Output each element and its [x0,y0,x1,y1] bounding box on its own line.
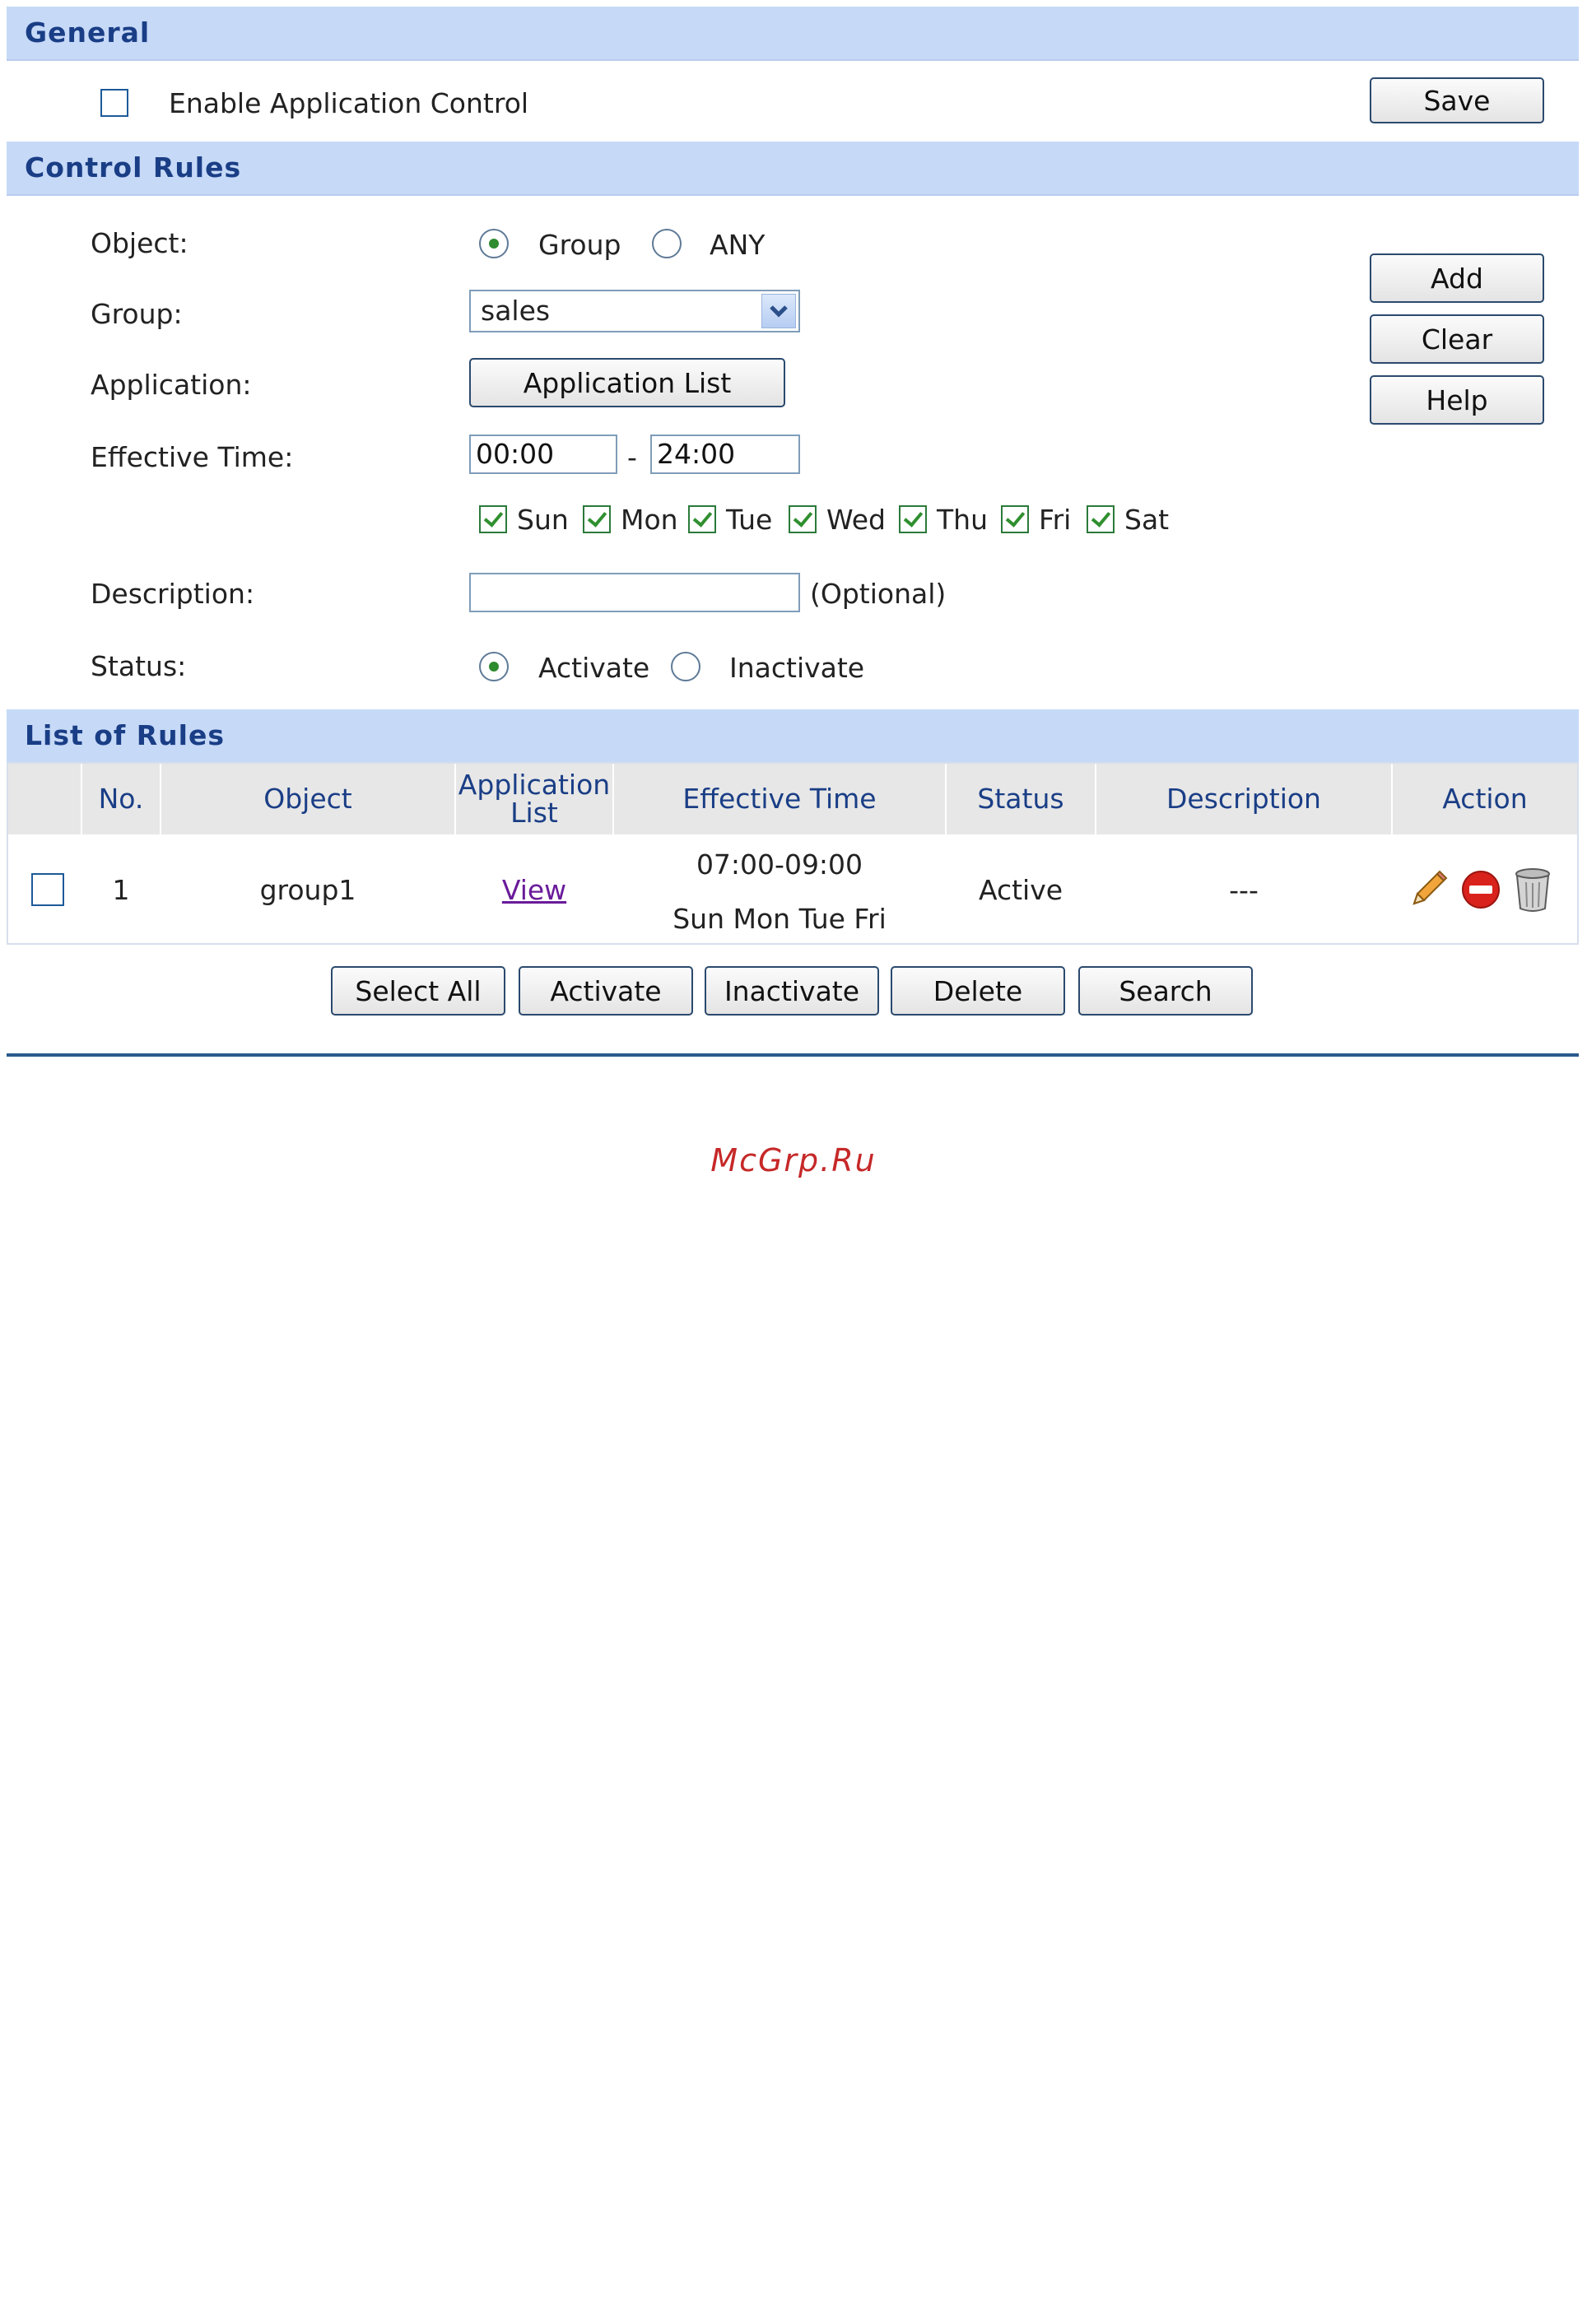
day-sat-checkbox[interactable] [1087,505,1115,533]
status-inactivate-radio[interactable] [671,652,700,681]
day-fri-label: Fri [1039,504,1072,536]
help-button[interactable]: Help [1370,375,1544,425]
time-separator: - [627,441,637,473]
column-header-description: Description [1166,783,1321,815]
day-fri-checkbox[interactable] [1001,505,1029,533]
delete-icon[interactable] [1511,866,1554,913]
row-description: --- [1229,873,1259,906]
save-button[interactable]: Save [1370,77,1544,123]
row-status: Active [978,873,1063,906]
group-label: Group: [91,298,183,330]
column-header-effective-time: Effective Time [682,783,877,815]
day-wed-label: Wed [826,504,886,536]
description-label: Description: [91,578,255,610]
object-any-radio[interactable] [652,229,682,258]
table-row: 1 group1 View 07:00-09:00 Sun Mon Tue Fr… [8,836,1577,943]
column-header-action: Action [1442,783,1528,815]
status-activate-label: Activate [538,652,650,684]
day-mon-label: Mon [621,504,678,536]
clear-button[interactable]: Clear [1370,314,1544,364]
enable-application-control-checkbox[interactable] [100,89,128,117]
row-select-checkbox[interactable] [31,873,64,906]
status-inactivate-label: Inactivate [729,652,865,684]
day-sat-label: Sat [1124,504,1170,536]
list-of-rules-title: List of Rules [25,719,226,751]
object-group-radio[interactable] [479,229,509,258]
optional-label: (Optional) [810,578,947,610]
description-input[interactable] [469,573,800,612]
object-label: Object: [91,227,188,259]
row-object: group1 [259,873,356,906]
object-group-label: Group [538,229,621,261]
day-wed-checkbox[interactable] [789,505,817,533]
row-days: Sun Mon Tue Fri [672,902,887,935]
day-sun-checkbox[interactable] [479,505,507,533]
chevron-down-icon[interactable] [761,294,796,328]
day-tue-checkbox[interactable] [688,505,716,533]
enable-application-control-label: Enable Application Control [169,87,529,119]
row-time-range: 07:00-09:00 [696,848,863,881]
day-thu-checkbox[interactable] [899,505,927,533]
column-header-no: No. [98,783,144,815]
day-sun-label: Sun [517,504,569,536]
column-header-status: Status [977,783,1064,815]
status-activate-radio[interactable] [479,652,509,681]
general-title: General [25,16,151,49]
day-mon-checkbox[interactable] [583,505,611,533]
watermark: McGrp.Ru [710,1142,877,1178]
list-of-rules-section-header: List of Rules [7,709,1579,764]
time-start-input[interactable]: 00:00 [469,435,617,474]
activate-button[interactable]: Activate [519,966,693,1016]
day-thu-label: Thu [937,504,988,536]
bottom-divider [7,1053,1579,1057]
group-select[interactable]: sales [469,290,800,332]
column-header-application-list: Application List [458,769,611,829]
day-tue-label: Tue [726,504,773,536]
row-application-view-link[interactable]: View [456,836,612,943]
application-label: Application: [91,369,252,401]
time-end-input[interactable]: 24:00 [650,435,800,474]
effective-time-label: Effective Time: [91,441,294,473]
disable-icon[interactable] [1460,869,1501,910]
application-list-button[interactable]: Application List [469,358,785,407]
control-rules-title: Control Rules [25,151,242,184]
select-all-button[interactable]: Select All [331,966,505,1016]
delete-button[interactable]: Delete [891,966,1065,1016]
edit-icon[interactable] [1406,867,1450,912]
object-any-label: ANY [710,229,766,261]
row-no: 1 [112,873,130,906]
group-select-value: sales [481,295,551,327]
add-button[interactable]: Add [1370,253,1544,303]
column-header-object: Object [263,783,352,815]
general-section-header: General [7,7,1579,61]
inactivate-button[interactable]: Inactivate [705,966,879,1016]
search-button[interactable]: Search [1078,966,1253,1016]
control-rules-section-header: Control Rules [7,142,1579,196]
status-label: Status: [91,650,187,682]
